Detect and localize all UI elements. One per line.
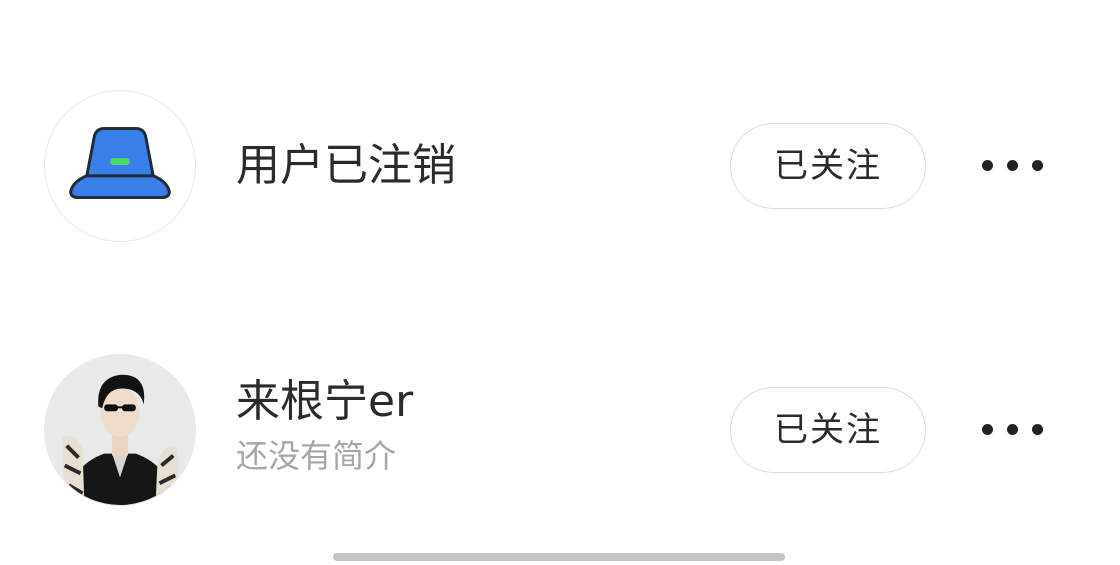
home-indicator[interactable] [333, 553, 785, 561]
dot [1032, 160, 1043, 171]
dot [1007, 424, 1018, 435]
avatar[interactable] [44, 354, 196, 506]
dot [982, 424, 993, 435]
more-dots-icon[interactable] [980, 415, 1046, 445]
following-button[interactable]: 已关注 [730, 387, 926, 473]
user-row[interactable]: 用户已注销 已关注 [0, 88, 1120, 248]
user-photo [45, 355, 195, 505]
user-row[interactable]: 来根宁er 还没有简介 已关注 [0, 352, 1120, 512]
user-name[interactable]: 用户已注销 [236, 140, 456, 192]
dot [1032, 424, 1043, 435]
dot [982, 160, 993, 171]
more-dots-icon[interactable] [980, 151, 1046, 181]
user-name[interactable]: 来根宁er [236, 376, 413, 428]
avatar[interactable] [44, 90, 196, 242]
user-bio: 还没有简介 [236, 437, 397, 475]
dot [1007, 160, 1018, 171]
following-button[interactable]: 已关注 [730, 123, 926, 209]
following-list: 用户已注销 已关注 来根宁er 还没有简介 已关注 [0, 0, 1120, 565]
bucket-hat-icon [69, 127, 171, 200]
